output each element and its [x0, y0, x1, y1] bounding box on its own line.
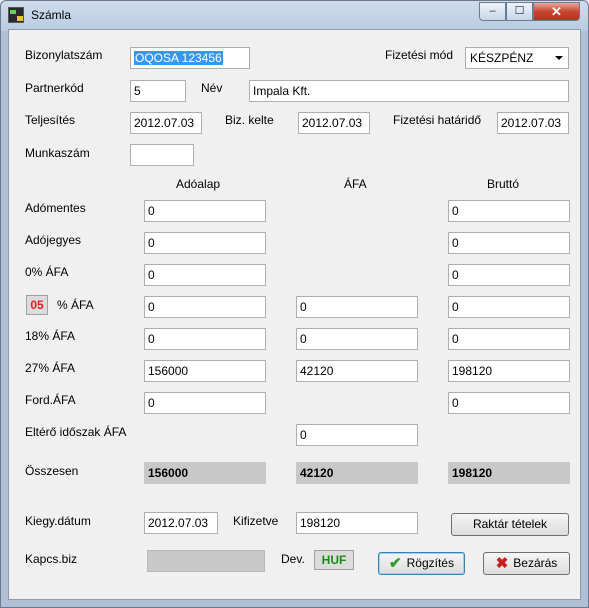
biz-kelte-input[interactable]: 2012.07.03 [298, 112, 370, 134]
afa27-adoalap-input[interactable]: 156000 [144, 360, 266, 382]
fizetesi-mod-value: KÉSZPÉNZ [470, 51, 534, 65]
nev-label: Név [201, 81, 223, 95]
adomentes-brutto-input[interactable]: 0 [448, 200, 570, 222]
afa-rate-field[interactable]: 05 [26, 295, 48, 315]
bizonylatszam-value: OQOSA 123456 [134, 51, 223, 65]
total-brutto: 198120 [448, 462, 570, 484]
partnerkod-label: Partnerkód [25, 81, 84, 95]
window-title: Számla [31, 8, 72, 22]
invoice-window: Számla – ☐ ✕ Bizonylatszám OQOSA 123456 … [0, 0, 589, 608]
eltero-afa-input[interactable]: 0 [296, 424, 418, 446]
afa-custom-brutto-input[interactable]: 0 [448, 296, 570, 318]
app-icon [8, 7, 24, 23]
kapcs-biz-label: Kapcs.biz [25, 552, 78, 566]
ford-afa-brutto-input[interactable]: 0 [448, 392, 570, 414]
teljesites-input[interactable]: 2012.07.03 [130, 112, 202, 134]
afa18-label: 18% ÁFA [25, 329, 76, 343]
partnerkod-input[interactable]: 5 [130, 80, 186, 102]
afa18-brutto-input[interactable]: 0 [448, 328, 570, 350]
afa18-afa-input[interactable]: 0 [296, 328, 418, 350]
chevron-down-icon [555, 56, 563, 60]
teljesites-label: Teljesítés [25, 113, 76, 127]
adomentes-adoalap-input[interactable]: 0 [144, 200, 266, 222]
ford-afa-adoalap-input[interactable]: 0 [144, 392, 266, 414]
fizetesi-hatarido-label: Fizetési határidő [393, 113, 482, 127]
adojegyes-brutto-input[interactable]: 0 [448, 232, 570, 254]
afa-custom-adoalap-input[interactable]: 0 [144, 296, 266, 318]
rogzites-label: Rögzítés [406, 556, 454, 570]
munkaszam-label: Munkaszám [25, 146, 90, 160]
afa0-brutto-input[interactable]: 0 [448, 264, 570, 286]
munkaszam-input[interactable] [130, 144, 194, 166]
afa27-brutto-input[interactable]: 198120 [448, 360, 570, 382]
adojegyes-label: Adójegyes [25, 233, 82, 247]
adomentes-label: Adómentes [25, 201, 86, 215]
adoalap-header: Adóalap [176, 177, 221, 191]
title-bar[interactable]: Számla – ☐ ✕ [1, 1, 588, 29]
bezaras-button[interactable]: ✖ Bezárás [483, 552, 570, 575]
afa0-adoalap-input[interactable]: 0 [144, 264, 266, 286]
total-afa: 42120 [296, 462, 418, 484]
afa-custom-afa-input[interactable]: 0 [296, 296, 418, 318]
raktar-tetelek-button[interactable]: Raktár tételek [451, 513, 569, 536]
total-adoalap: 156000 [144, 462, 266, 484]
afa18-adoalap-input[interactable]: 0 [144, 328, 266, 350]
close-button[interactable]: ✕ [533, 2, 580, 21]
eltero-label: Eltérő időszak ÁFA [25, 425, 127, 439]
total-label: Összesen [25, 464, 79, 478]
ford-afa-label: Ford.ÁFA [25, 393, 76, 407]
minimize-button[interactable]: – [479, 2, 506, 21]
form-area: Bizonylatszám OQOSA 123456 Fizetési mód … [8, 29, 581, 600]
fizetesi-hatarido-input[interactable]: 2012.07.03 [497, 112, 569, 134]
afa27-afa-input[interactable]: 42120 [296, 360, 418, 382]
biz-kelte-label: Biz. kelte [225, 113, 274, 127]
kiegy-datum-input[interactable]: 2012.07.03 [144, 512, 218, 534]
nev-input[interactable]: Impala Kft. [249, 80, 569, 102]
bizonylatszam-label: Bizonylatszám [25, 48, 103, 62]
afa0-label: 0% ÁFA [25, 265, 69, 279]
kifizetve-label: Kifizetve [233, 514, 279, 528]
currency-field[interactable]: HUF [314, 550, 354, 570]
maximize-button[interactable]: ☐ [506, 2, 533, 21]
dev-label: Dev. [281, 552, 305, 566]
close-x-icon: ✖ [495, 555, 509, 572]
kiegy-datum-label: Kiegy.dátum [25, 514, 91, 528]
adojegyes-adoalap-input[interactable]: 0 [144, 232, 266, 254]
kapcs-biz-input[interactable] [147, 550, 265, 572]
bezaras-label: Bezárás [513, 556, 558, 570]
afa-header: ÁFA [344, 177, 367, 191]
checkmark-icon: ✔ [389, 555, 402, 572]
afa27-label: 27% ÁFA [25, 361, 76, 375]
fizetesi-mod-label: Fizetési mód [385, 48, 454, 62]
fizetesi-mod-select[interactable]: KÉSZPÉNZ [465, 47, 569, 69]
brutto-header: Bruttó [487, 177, 520, 191]
bizonylatszam-input[interactable]: OQOSA 123456 [130, 47, 250, 69]
kifizetve-input[interactable]: 198120 [296, 512, 418, 534]
afa-custom-label: % ÁFA [57, 298, 94, 312]
rogzites-button[interactable]: ✔ Rögzítés [378, 552, 465, 575]
